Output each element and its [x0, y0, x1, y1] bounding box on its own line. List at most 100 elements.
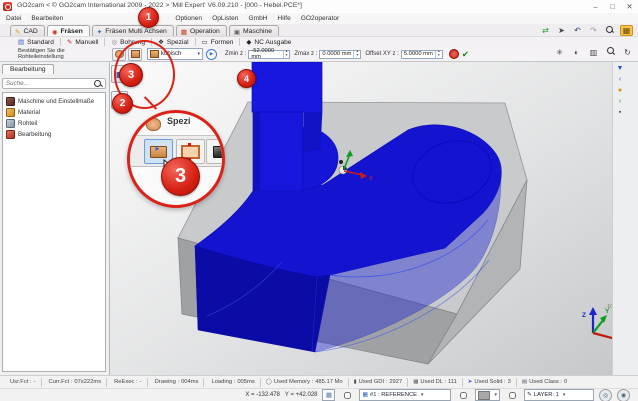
ribbon-group-bar: ▤Standard ✎Manuell ◎Bohrung ❖Spezial ▭Fo… — [0, 36, 638, 47]
menu-oplisten[interactable]: OpListen — [212, 15, 238, 22]
undo-icon[interactable]: ↶ — [572, 26, 583, 35]
dark-tool-icon[interactable]: ▪ — [615, 109, 625, 116]
record-icon[interactable] — [449, 49, 459, 59]
dl-icon: ▦ — [413, 379, 418, 385]
redo-icon[interactable]: ↷ — [588, 26, 599, 35]
search-input[interactable] — [6, 80, 94, 87]
stock-pick-button[interactable] — [112, 48, 126, 61]
status-loading: Loading :005ms — [204, 378, 260, 387]
status-label: Drawing : — [155, 379, 179, 385]
tree-item-bearbeitung[interactable]: Bearbeitung — [3, 129, 105, 140]
filter-icon[interactable]: ▼ — [615, 65, 625, 72]
menu-optionen[interactable]: Optionen — [175, 15, 202, 22]
cad-icon: ✎ — [15, 28, 20, 36]
menu-go2operator[interactable]: GO2operator — [301, 15, 339, 22]
zmax-field[interactable]: 0.0000 mm▲▼ — [319, 50, 361, 59]
layer-checkbox[interactable] — [509, 392, 516, 399]
status-used-dl: ▦Used DL :111 — [408, 378, 463, 387]
zmin-field[interactable]: -52.0000 mm▲▼ — [248, 50, 290, 59]
settings-icon[interactable]: ✳ — [554, 48, 565, 57]
status-value: 004ms — [181, 379, 198, 385]
callout-badge-2: 2 — [112, 93, 133, 114]
spinner[interactable]: ▲▼ — [435, 51, 442, 58]
tree-label: Material — [18, 109, 40, 116]
search-box[interactable] — [2, 78, 106, 89]
chevron-down-icon: ▾ — [494, 392, 497, 398]
status-value: 111 — [448, 379, 457, 385]
spinner[interactable]: ▲▼ — [283, 51, 290, 58]
callout-badge-1: 1 — [138, 7, 159, 28]
group-bohrung[interactable]: ◎Bohrung — [107, 38, 149, 46]
cursor-x-readout: X = -132.478 — [245, 392, 280, 398]
snap-button[interactable]: ◎ — [599, 389, 612, 401]
minimize-button[interactable]: – — [587, 0, 604, 12]
reference-select[interactable]: ▦#1 : REFERENCE▾ — [359, 389, 451, 401]
status-value: - — [34, 379, 36, 385]
apply-stock-button[interactable]: ▶ — [206, 49, 217, 60]
callout-badge-3-small: 3 — [119, 63, 143, 87]
magnified-stock-solid-button[interactable] — [206, 139, 225, 164]
group-manuell[interactable]: ✎Manuell — [63, 38, 103, 46]
status-value: 0 — [564, 379, 567, 385]
zoom-icon[interactable] — [604, 26, 615, 36]
triad-z-label: Z — [582, 312, 586, 319]
reference-checkbox[interactable] — [344, 392, 351, 399]
window-title: GO2cam < © GO2cam International 2009 - 2… — [17, 2, 302, 9]
swap-icon[interactable]: ⇄ — [540, 26, 551, 35]
close-button[interactable]: ✕ — [621, 0, 638, 12]
collapse-left-icon[interactable]: ‹ — [615, 76, 625, 83]
process-tree: Maschine und Einstellmaße Material Rohte… — [2, 92, 106, 372]
tree-item-material[interactable]: Material — [3, 107, 105, 118]
triad-y-label: Y — [605, 308, 610, 315]
stock-settings-bar: Bestätigen Sie die Rohteileinstellung ku… — [0, 47, 638, 62]
group-nc-ausgabe[interactable]: ◆NC Ausgabe — [242, 38, 295, 46]
menu-gmbh[interactable]: GmbH — [248, 15, 267, 22]
bin-icon[interactable]: ▥ — [588, 48, 599, 57]
world-button[interactable]: ◉ — [617, 389, 630, 401]
menu-bearbeiten[interactable]: Bearbeiten — [31, 15, 63, 22]
group-formen[interactable]: ▭Formen — [198, 38, 238, 46]
color-checkbox[interactable] — [460, 392, 467, 399]
stock-box-button[interactable] — [128, 48, 142, 61]
callout-magnifier: Spezi ➤ 3 — [127, 110, 225, 208]
pointer-icon[interactable]: ➤ — [556, 26, 567, 35]
zmax-label: Zmax z : — [294, 51, 317, 57]
grid-tool-icon[interactable]: ▦ — [620, 25, 633, 36]
sidebar: Bearbeitung Maschine und Einstellmaße Ma… — [0, 62, 110, 375]
hand-icon — [115, 50, 124, 58]
menu-datei[interactable]: Datei — [6, 15, 21, 22]
spinner[interactable]: ▲▼ — [353, 51, 360, 58]
search-icon — [94, 80, 102, 88]
zmax-value: 0.0000 mm — [322, 51, 351, 57]
group-standard[interactable]: ▤Standard — [14, 38, 58, 46]
stock-shape-select[interactable]: kubisch▾ — [147, 48, 203, 60]
layer-value: LAYER: 1 — [534, 392, 559, 398]
status-used-class: ▤Used Class :0 — [517, 378, 572, 387]
status-drawing: Drawing :004ms — [148, 378, 205, 387]
grid-toggle-button[interactable]: ▦ — [322, 389, 335, 401]
zoom-plus-icon[interactable] — [605, 47, 616, 57]
shade-icon[interactable]: ◐ — [571, 48, 582, 57]
orange-tool-icon[interactable]: ● — [615, 87, 625, 94]
group-spezial[interactable]: ❖Spezial — [154, 38, 192, 46]
offset-xy-field[interactable]: 5.0000 mm▲▼ — [401, 50, 443, 59]
status-value: 3 — [508, 379, 511, 385]
sidebar-tab-bearbeitung[interactable]: Bearbeitung — [2, 64, 54, 74]
tree-item-rohteil[interactable]: Rohteil — [3, 118, 105, 129]
menu-hilfe[interactable]: Hilfe — [278, 15, 291, 22]
viewport-3d[interactable]: x 10 mm Z Y X — [110, 62, 612, 375]
tree-item-maschine[interactable]: Maschine und Einstellmaße — [3, 96, 105, 107]
layer-select[interactable]: ✎LAYER: 1▾ — [524, 389, 594, 401]
rotate-icon[interactable]: ↻ — [622, 48, 633, 57]
confirm-check-button[interactable]: ✔ — [462, 49, 469, 60]
drill-icon: ◎ — [111, 38, 117, 46]
offset-value: 5.0000 mm — [404, 51, 433, 57]
maximize-button[interactable]: □ — [604, 0, 621, 12]
collapse-left-green-icon[interactable]: ‹ — [615, 98, 625, 105]
app-logo-icon — [3, 2, 12, 11]
color-select[interactable]: ▾ — [475, 389, 500, 401]
status-label: Curr.Fct : — [49, 379, 73, 385]
shield-icon: ◆ — [246, 38, 251, 46]
magnified-group-label: Spezi — [167, 116, 191, 126]
machine-setup-icon — [6, 97, 15, 106]
